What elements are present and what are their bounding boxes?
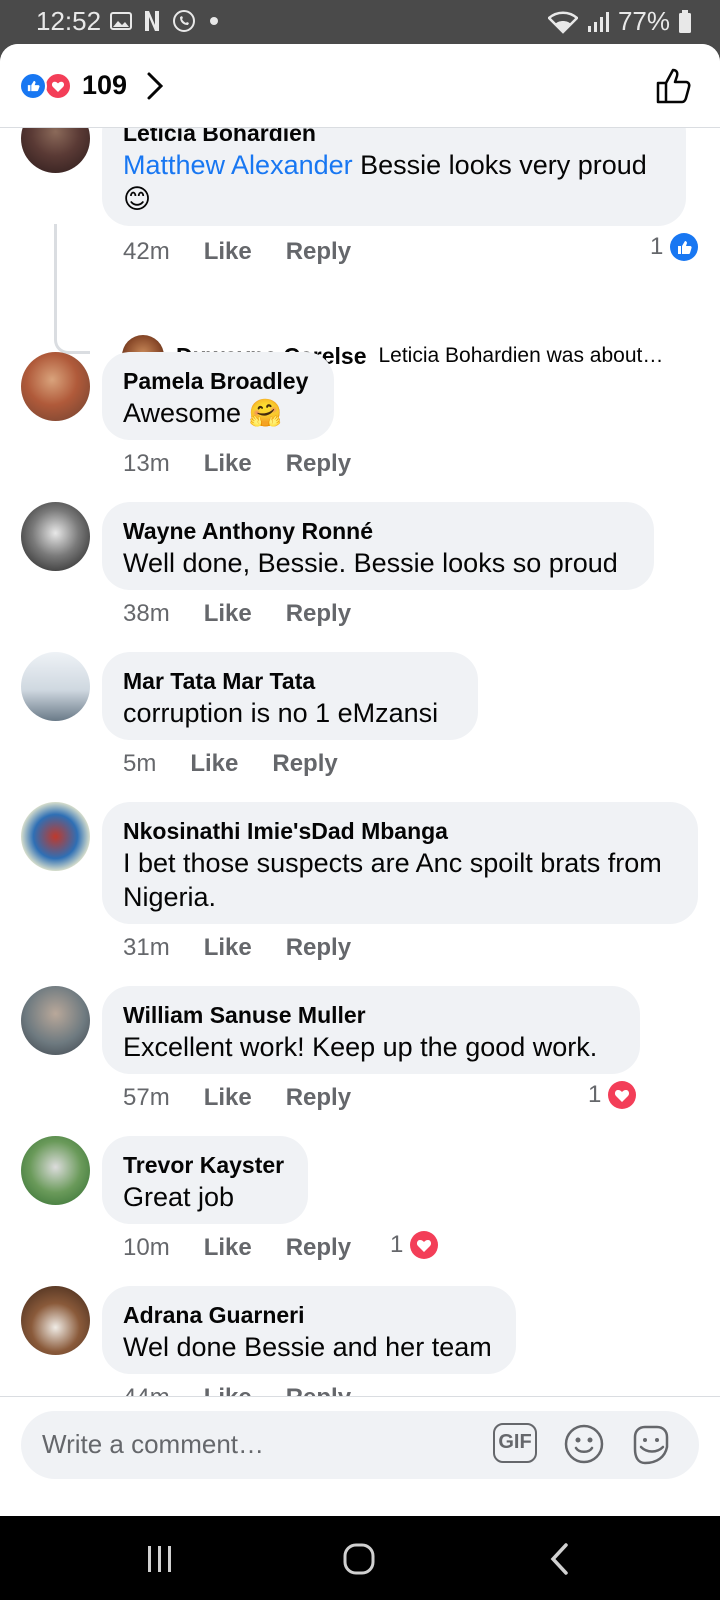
reply-button[interactable]: Reply	[286, 1084, 351, 1112]
reply-button[interactable]: Reply	[272, 750, 337, 778]
comment-time: 38m	[123, 600, 170, 627]
avatar[interactable]	[21, 352, 90, 421]
comment-composer: Write a comment… GIF	[0, 1396, 720, 1516]
emoji-icon[interactable]	[563, 1423, 605, 1465]
like-reaction-icon	[19, 72, 47, 100]
netflix-icon	[145, 11, 159, 31]
comment-bubble[interactable]: Pamela Broadley Awesome 🤗	[102, 352, 334, 440]
whatsapp-icon	[173, 10, 195, 32]
avatar[interactable]	[21, 1136, 90, 1205]
comment-actions: 31m Like Reply	[123, 934, 351, 962]
comment-author[interactable]: William Sanuse Muller	[123, 1000, 620, 1030]
comment-input[interactable]: Write a comment… GIF	[21, 1411, 699, 1479]
like-button[interactable]: Like	[204, 934, 252, 962]
avatar[interactable]	[21, 986, 90, 1055]
like-post-button[interactable]	[654, 66, 694, 106]
notification-icons	[110, 9, 218, 33]
comments-sheet: Leticia Bohardien Matthew Alexander Bess…	[0, 44, 720, 1516]
comment-time: 5m	[123, 750, 157, 777]
hug-emoji: 🤗	[248, 398, 283, 428]
comment-bubble[interactable]: Wayne Anthony Ronné Well done, Bessie. B…	[102, 502, 654, 590]
comment-time: 57m	[123, 1084, 170, 1111]
avatar[interactable]	[21, 652, 90, 721]
like-button[interactable]: Like	[204, 1084, 252, 1112]
reaction-count[interactable]: 1	[588, 1080, 637, 1110]
comment-actions: 42m Like Reply	[123, 238, 351, 266]
comment-text: Excellent work! Keep up the good work.	[123, 1032, 598, 1062]
comment-actions: 10m Like Reply	[123, 1234, 351, 1262]
like-button[interactable]: Like	[204, 1234, 252, 1262]
status-time: 12:52	[36, 6, 102, 36]
like-button[interactable]: Like	[190, 750, 238, 778]
reply-button[interactable]: Reply	[286, 600, 351, 628]
reply-text: Leticia Bohardien was about…	[378, 344, 664, 367]
chevron-right-icon	[147, 72, 164, 100]
avatar[interactable]	[21, 1286, 90, 1355]
reply-button[interactable]: Reply	[286, 238, 351, 266]
like-button[interactable]: Like	[204, 238, 252, 266]
recent-apps-button[interactable]	[146, 1544, 174, 1574]
reaction-count[interactable]: 1	[650, 232, 699, 262]
comment-text: I bet those suspects are Anc spoilt brat…	[123, 848, 662, 912]
comment-bubble[interactable]: Nkosinathi Imie'sDad Mbanga I bet those …	[102, 802, 698, 924]
comment-time: 10m	[123, 1234, 170, 1261]
like-button[interactable]: Like	[204, 450, 252, 478]
comment-text: corruption is no 1 eMzansi	[123, 698, 439, 728]
reply-button[interactable]: Reply	[286, 450, 351, 478]
reaction-count[interactable]: 1	[390, 1230, 439, 1260]
wifi-icon	[547, 11, 578, 34]
dot-icon	[210, 17, 218, 25]
battery-icon	[679, 9, 691, 33]
comment-author[interactable]: Nkosinathi Imie'sDad Mbanga	[123, 816, 678, 846]
love-reaction-icon	[44, 72, 72, 100]
comment-bubble[interactable]: Adrana Guarneri Wel done Bessie and her …	[102, 1286, 516, 1374]
gif-button[interactable]: GIF	[493, 1423, 537, 1463]
like-button[interactable]: Like	[204, 600, 252, 628]
comment-author[interactable]: Adrana Guarneri	[123, 1300, 496, 1330]
gallery-icon	[110, 12, 132, 30]
comment-bubble[interactable]: Mar Tata Mar Tata corruption is no 1 eMz…	[102, 652, 478, 740]
signal-icon	[587, 11, 609, 32]
comment-text: Wel done Bessie and her team	[123, 1332, 492, 1362]
comment-time: 42m	[123, 238, 170, 265]
comment-bubble[interactable]: Trevor Kayster Great job	[102, 1136, 308, 1224]
love-reaction-icon	[410, 1231, 439, 1259]
comment-text: Awesome 🤗	[123, 398, 283, 428]
reply-button[interactable]: Reply	[286, 934, 351, 962]
reactions-header: 109	[0, 44, 720, 128]
avatar[interactable]	[21, 502, 90, 571]
love-reaction-icon	[608, 1081, 637, 1109]
home-button[interactable]	[342, 1542, 376, 1576]
comment-text: Well done, Bessie. Bessie looks so proud	[123, 548, 618, 578]
reaction-total: 109	[82, 70, 128, 100]
comment-author[interactable]: Wayne Anthony Ronné	[123, 516, 634, 546]
mention-link[interactable]: Matthew Alexander	[123, 150, 353, 180]
comment-text: Great job	[123, 1182, 235, 1212]
comment-author[interactable]: Pamela Broadley	[123, 366, 314, 396]
smile-emoji: 😊	[123, 184, 152, 214]
comment-time: 13m	[123, 450, 170, 477]
comment-placeholder: Write a comment…	[42, 1429, 265, 1459]
comment-actions: 13m Like Reply	[123, 450, 351, 478]
comment-actions: 38m Like Reply	[123, 600, 351, 628]
comment-author[interactable]: Trevor Kayster	[123, 1150, 288, 1180]
system-nav-bar	[0, 1516, 720, 1600]
thread-connector	[54, 224, 90, 354]
comment-bubble[interactable]: William Sanuse Muller Excellent work! Ke…	[102, 986, 640, 1074]
comment-actions: 57m Like Reply	[123, 1084, 351, 1112]
comment-actions: 5m Like Reply	[123, 750, 338, 778]
status-bar: 12:52 77%	[0, 0, 720, 44]
sticker-icon[interactable]	[629, 1423, 673, 1467]
reply-button[interactable]: Reply	[286, 1234, 351, 1262]
back-button[interactable]	[548, 1542, 570, 1576]
comment-time: 31m	[123, 934, 170, 961]
comment-author[interactable]: Mar Tata Mar Tata	[123, 666, 458, 696]
avatar[interactable]	[21, 802, 90, 871]
battery-percent: 77%	[617, 6, 670, 36]
like-reaction-icon	[670, 233, 699, 261]
comment-text: Matthew Alexander Bessie looks very prou…	[123, 150, 647, 214]
